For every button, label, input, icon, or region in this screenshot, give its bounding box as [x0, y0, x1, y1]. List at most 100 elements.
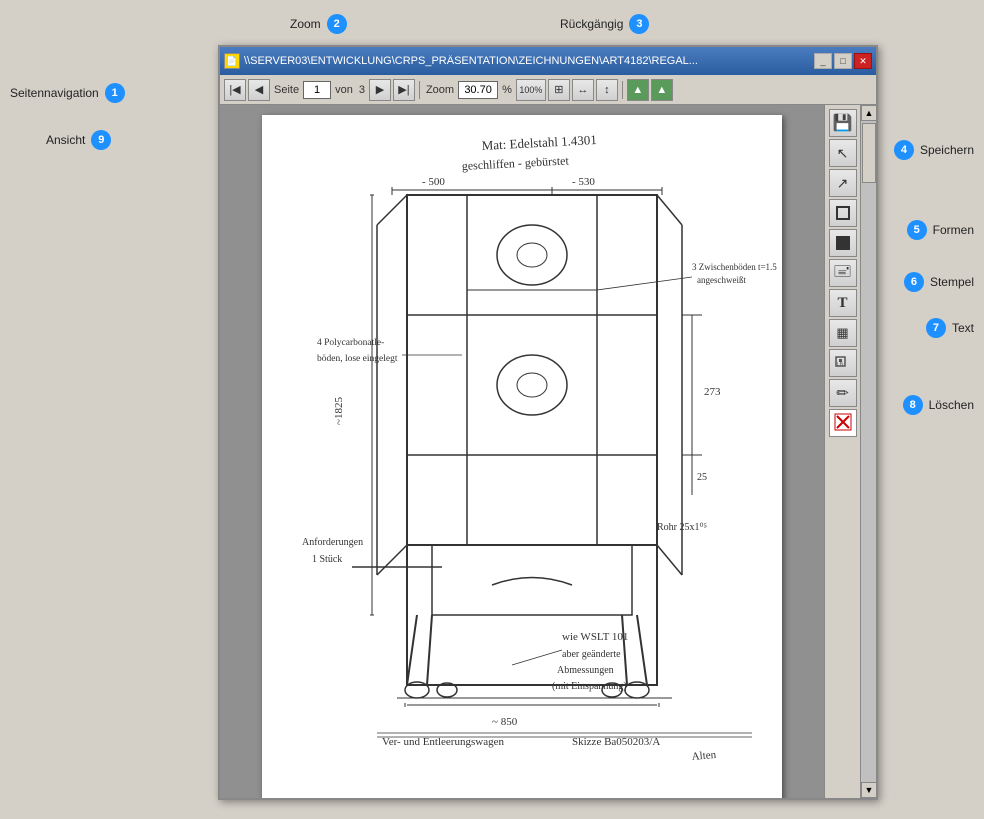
minimize-button[interactable]: _	[814, 53, 832, 69]
von-label: von	[333, 84, 355, 96]
svg-text:Skizze Ba050203/A: Skizze Ba050203/A	[572, 736, 660, 748]
nav-prev-button[interactable]: ◀	[248, 79, 270, 101]
zoom-callout: Zoom 2	[290, 14, 347, 34]
svg-text:LB: LB	[837, 362, 844, 368]
text-callout: 7 Text	[926, 318, 974, 338]
window-controls: _ □ ✕	[814, 53, 872, 69]
pen-icon: ✏	[836, 384, 849, 402]
loeschen-callout: 8 Löschen	[903, 395, 974, 415]
page-label: Seite	[272, 84, 301, 96]
ansicht-callout: Ansicht 9	[46, 130, 111, 150]
text-badge: 7	[926, 318, 946, 338]
maximize-button[interactable]: □	[834, 53, 852, 69]
seitennavigation-badge: 1	[105, 83, 125, 103]
zoom-width-button[interactable]: ↔	[572, 79, 594, 101]
svg-text:Rohr 25x1⁰⁵: Rohr 25x1⁰⁵	[657, 522, 707, 533]
document-sketch: Mat: Edelstahl 1.4301 geschliffen - gebü…	[262, 115, 782, 798]
table-button[interactable]: ▦	[829, 319, 857, 347]
annotate-button[interactable]: ↗	[829, 169, 857, 197]
document-page: Mat: Edelstahl 1.4301 geschliffen - gebü…	[262, 115, 782, 798]
toolbar-separator-1	[419, 81, 420, 99]
save-button[interactable]: 💾	[829, 109, 857, 137]
rueckgaengig-callout-label: Rückgängig	[560, 17, 623, 31]
rueckgaengig-callout-badge: 3	[629, 14, 649, 34]
speichern-badge: 4	[894, 140, 914, 160]
filled-rectangle-button[interactable]	[829, 229, 857, 257]
scrollbar-thumb[interactable]	[862, 123, 876, 183]
stempel-badge: 6	[904, 272, 924, 292]
right-toolbar: 💾 ↖ ↗ 🖃 T	[824, 105, 860, 798]
total-pages: 3	[357, 84, 367, 96]
scrollbar-up-button[interactable]: ▲	[861, 105, 876, 121]
nav-first-button[interactable]: |◀	[224, 79, 246, 101]
speichern-callout: 4 Speichern	[894, 140, 974, 160]
toolbar-separator-2	[622, 81, 623, 99]
svg-text:4 Polycarbonatle-: 4 Polycarbonatle-	[317, 338, 384, 348]
prev-page-thumb[interactable]: ▲	[627, 79, 649, 101]
svg-text:25: 25	[697, 472, 707, 483]
content-area: Mat: Edelstahl 1.4301 geschliffen - gebü…	[220, 105, 876, 798]
text-icon: T	[837, 295, 847, 312]
svg-text:1 Stück: 1 Stück	[312, 554, 342, 565]
svg-text:~ 850: ~ 850	[492, 716, 518, 728]
scrollbar-track[interactable]	[861, 121, 876, 782]
delete-icon	[833, 412, 853, 435]
nav-next-button[interactable]: ▶	[369, 79, 391, 101]
cursor-button[interactable]: ↖	[829, 139, 857, 167]
svg-text:wie WSLT 101: wie WSLT 101	[562, 631, 628, 643]
text-label: Text	[952, 321, 974, 335]
svg-text:geschliffen - gebürstet: geschliffen - gebürstet	[461, 153, 569, 173]
zoom-callout-badge: 2	[327, 14, 347, 34]
ansicht-badge: 9	[91, 130, 111, 150]
svg-text:angeschweißt: angeschweißt	[697, 275, 746, 285]
zoom-input[interactable]	[458, 81, 498, 99]
window-title: \\SERVER03\ENTWICKLUNG\CRPS_PRÄSENTATION…	[244, 55, 810, 67]
cursor-icon: ↖	[837, 145, 849, 162]
app-icon: 📄	[224, 53, 240, 69]
zoom-fit-button[interactable]: ⊞	[548, 79, 570, 101]
zoom-height-button[interactable]: ↕	[596, 79, 618, 101]
zoom-callout-label: Zoom	[290, 17, 321, 31]
app-window: 📄 \\SERVER03\ENTWICKLUNG\CRPS_PRÄSENTATI…	[218, 45, 878, 800]
close-button[interactable]: ✕	[854, 53, 872, 69]
annotate-icon: ↗	[837, 175, 849, 192]
document-view[interactable]: Mat: Edelstahl 1.4301 geschliffen - gebü…	[220, 105, 824, 798]
formen-label: Formen	[933, 223, 974, 237]
svg-text:- 530: - 530	[572, 176, 595, 188]
delete-button[interactable]	[829, 409, 857, 437]
speichern-label: Speichern	[920, 143, 974, 157]
scrollbar-down-button[interactable]: ▼	[861, 782, 876, 798]
text-button[interactable]: T	[829, 289, 857, 317]
rueckgaengig-callout: Rückgängig 3	[560, 14, 649, 34]
stamp-button[interactable]: 🖃	[829, 259, 857, 287]
nav-last-button[interactable]: ▶|	[393, 79, 415, 101]
svg-text:273: 273	[704, 386, 721, 398]
save-icon: 💾	[833, 113, 853, 133]
zoom-percent: %	[500, 84, 514, 96]
loeschen-label: Löschen	[929, 398, 974, 412]
svg-text:~1825: ~1825	[333, 397, 345, 425]
tag-icon: LB	[835, 354, 851, 373]
svg-text:Anforderungen: Anforderungen	[302, 537, 363, 548]
svg-text:3 Zwischenböden t=1.5: 3 Zwischenböden t=1.5	[692, 262, 777, 272]
svg-text:(mit Einspannung): (mit Einspannung)	[552, 681, 627, 692]
vertical-scrollbar[interactable]: ▲ ▼	[860, 105, 876, 798]
next-page-thumb[interactable]: ▲	[651, 79, 673, 101]
main-toolbar: |◀ ◀ Seite von 3 ▶ ▶| Zoom % 100% ⊞ ↔ ↕ …	[220, 75, 876, 105]
pen-button[interactable]: ✏	[829, 379, 857, 407]
stamp-icon: 🖃	[833, 260, 852, 287]
svg-text:Alten: Alten	[691, 749, 717, 763]
svg-text:Abmessungen: Abmessungen	[557, 665, 614, 676]
table-icon: ▦	[836, 325, 848, 341]
rectangle-button[interactable]	[829, 199, 857, 227]
svg-text:Mat: Edelstahl 1.4301: Mat: Edelstahl 1.4301	[481, 132, 597, 153]
stempel-callout: 6 Stempel	[904, 272, 974, 292]
formen-badge: 5	[907, 220, 927, 240]
tag-button[interactable]: LB	[829, 349, 857, 377]
zoom-100-button[interactable]: 100%	[516, 79, 546, 101]
loeschen-badge: 8	[903, 395, 923, 415]
page-input[interactable]	[303, 81, 331, 99]
ansicht-label: Ansicht	[46, 133, 85, 147]
zoom-label: Zoom	[424, 84, 456, 96]
seitennavigation-callout: Seitennavigation 1	[10, 83, 125, 103]
